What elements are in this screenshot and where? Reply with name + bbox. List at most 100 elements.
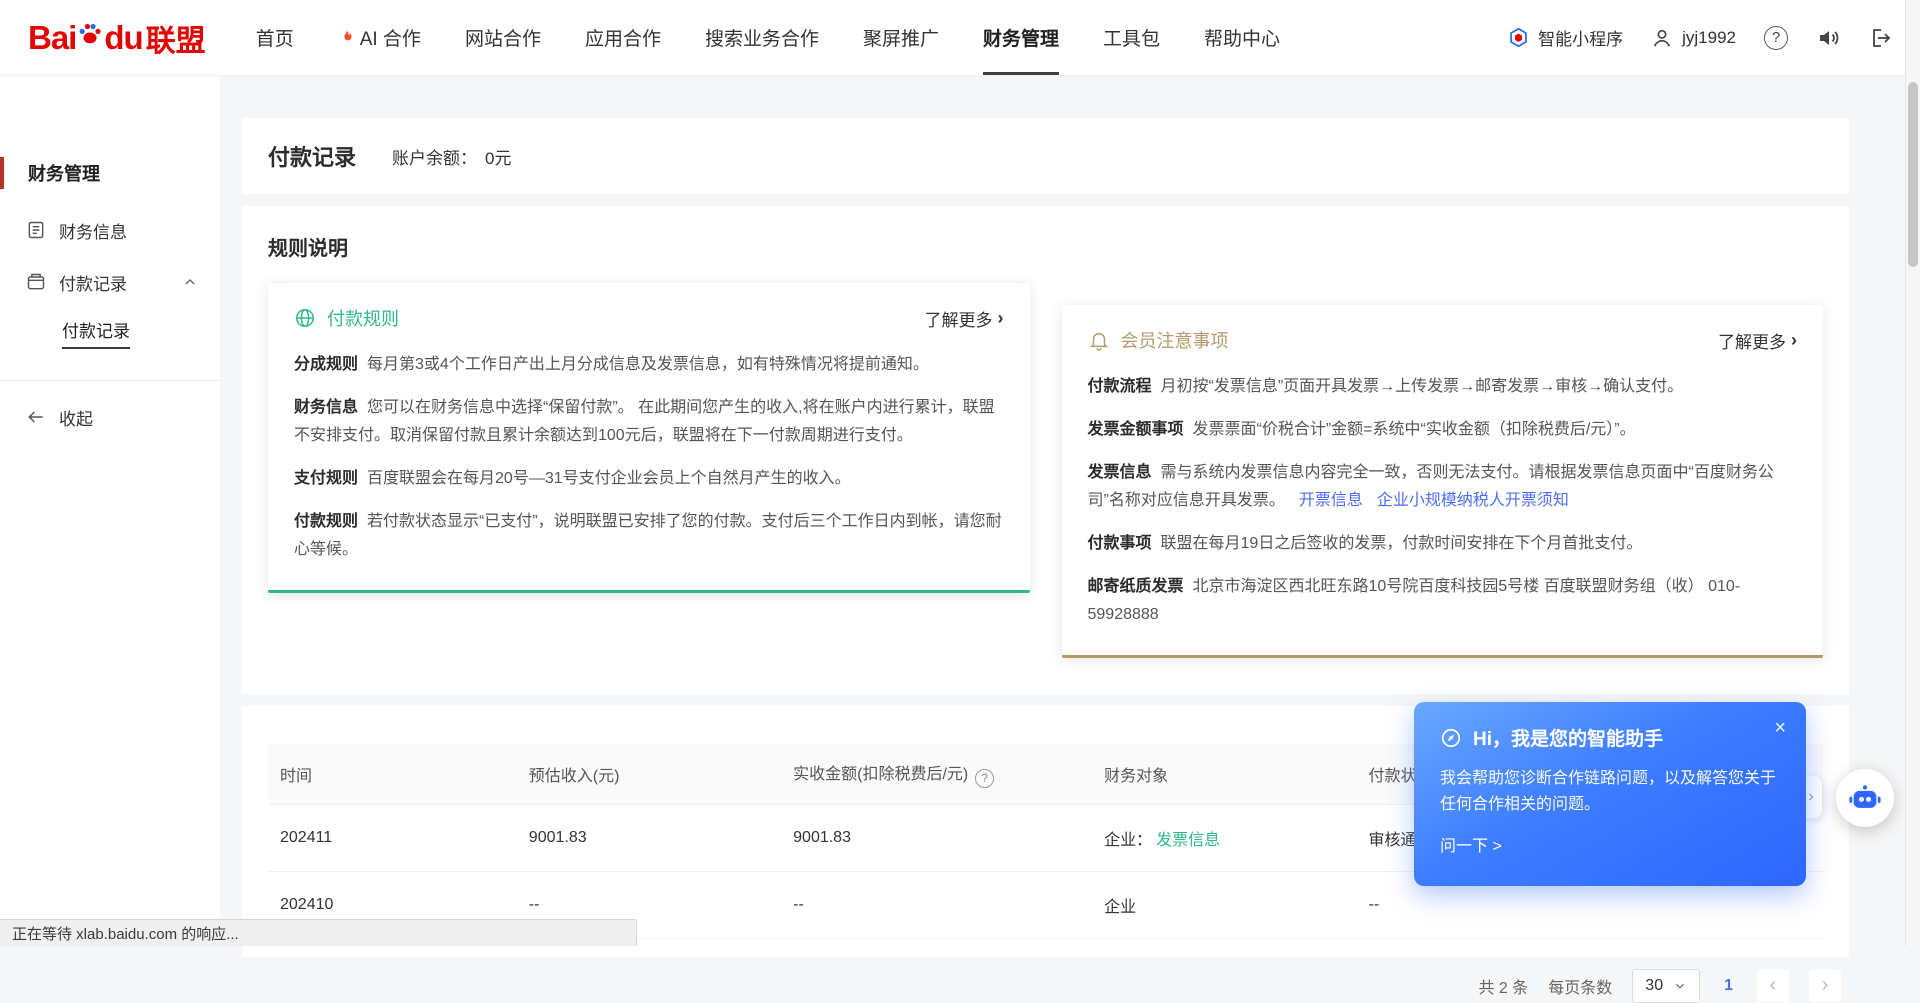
col-estimated-label: 预估收入(元) <box>529 768 620 785</box>
payment-rules-title: 付款规则 <box>327 305 399 331</box>
logo-text-bai: Bai <box>28 19 76 57</box>
bell-icon <box>1088 329 1110 351</box>
nav-search-business[interactable]: 搜索业务合作 <box>705 0 819 75</box>
scrollbar-thumb[interactable] <box>1908 82 1918 267</box>
rule-item: 发票金额事项发票票面“价税合计”金额=系统中“实收金额（扣除税费后/元）”。 <box>1088 416 1798 444</box>
rule-item: 邮寄纸质发票北京市海淀区西北旺东路10号院百度科技园5号楼 百度联盟财务组（收）… <box>1088 573 1798 629</box>
user-icon <box>1651 27 1673 49</box>
baidu-paw-icon <box>77 20 103 46</box>
rule-term: 付款事项 <box>1088 535 1152 552</box>
nav-home[interactable]: 首页 <box>256 0 294 75</box>
sidebar-item-finance-info[interactable]: 财务信息 <box>0 204 220 256</box>
col-target-label: 财务对象 <box>1104 768 1168 785</box>
compass-icon <box>1440 727 1462 749</box>
rule-item: 财务信息您可以在财务信息中选择“保留付款”。 在此期间您产生的收入,将在账户内进… <box>294 394 1004 450</box>
close-icon[interactable]: × <box>1774 718 1786 738</box>
speaker-icon[interactable] <box>1816 26 1840 50</box>
nav-website-cooperation[interactable]: 网站合作 <box>465 0 541 75</box>
top-navbar: Bai du 联盟 首页 AI 合作 网站合作 应用合作 搜索业务合作 聚屏推广… <box>0 0 1920 76</box>
small-taxpayer-notice-link[interactable]: 企业小规模纳税人开票须知 <box>1377 492 1569 509</box>
help-icon[interactable]: ? <box>1764 26 1788 50</box>
user-account[interactable]: jyj1992 <box>1651 27 1736 49</box>
chevron-down-icon <box>1673 979 1687 993</box>
nav-ai-cooperation[interactable]: AI 合作 <box>338 0 421 75</box>
page-scrollbar[interactable] <box>1905 0 1920 946</box>
sidebar-section-finance-management[interactable]: 财务管理 <box>0 150 220 196</box>
help-glyph: ? <box>981 771 988 785</box>
rule-text: 百度联盟会在每月20号—31号支付企业会员上个自然月产生的收入。 <box>367 470 851 487</box>
row-target: 企业： <box>1104 832 1152 849</box>
per-page-select[interactable]: 30 <box>1632 969 1700 1003</box>
page-title: 付款记录 <box>268 140 356 172</box>
rule-item: 付款事项联盟在每月19日之后签收的发票，付款时间安排在下个月首批支付。 <box>1088 530 1798 558</box>
rule-item: 付款流程月初按“发票信息”页面开具发票→上传发票→邮寄发票→审核→确认支付。 <box>1088 373 1798 401</box>
assistant-robot-button[interactable] <box>1836 769 1894 827</box>
account-balance: 账户余额：0元 <box>392 144 511 169</box>
next-page-button[interactable]: › <box>1809 970 1841 1002</box>
page-number[interactable]: 1 <box>1720 977 1737 995</box>
document-icon <box>26 220 46 240</box>
rule-term: 发票金额事项 <box>1088 421 1184 438</box>
col-estimated-income: 预估收入(元) <box>517 744 781 804</box>
nav-screen-promotion[interactable]: 聚屏推广 <box>863 0 939 75</box>
baidu-union-logo[interactable]: Bai du 联盟 <box>28 16 206 60</box>
total-count: 共 2 条 <box>1478 974 1528 998</box>
rule-text: 联盟在每月19日之后签收的发票，付款时间安排在下个月首批支付。 <box>1161 535 1643 552</box>
cell-actual: 9001.83 <box>781 804 1092 871</box>
wallet-icon <box>26 272 46 292</box>
more-label: 了解更多 <box>1718 328 1786 353</box>
help-glyph: ? <box>1772 29 1780 46</box>
nav-toolkit-label: 工具包 <box>1103 24 1160 51</box>
nav-finance-management[interactable]: 财务管理 <box>983 0 1059 75</box>
miniapp-icon <box>1508 27 1529 48</box>
sidebar: 财务管理 财务信息 付款记录 付款记录 收起 <box>0 76 220 946</box>
nav-website-label: 网站合作 <box>465 24 541 51</box>
member-notes-more-link[interactable]: 了解更多 › <box>1718 328 1797 353</box>
nav-toolkit[interactable]: 工具包 <box>1103 0 1160 75</box>
sidebar-finance-info-label: 财务信息 <box>59 218 127 243</box>
chevron-right-icon: › <box>998 308 1004 329</box>
col-actual-amount: 实收金额(扣除税费后/元)? <box>781 744 1092 804</box>
miniapp-entry[interactable]: 智能小程序 <box>1508 25 1623 50</box>
payment-rules-more-link[interactable]: 了解更多 › <box>925 306 1004 331</box>
flame-icon <box>338 29 355 46</box>
row-estimated: 9001.83 <box>529 829 587 846</box>
cell-target: 企业 <box>1092 871 1356 938</box>
row-estimated: -- <box>529 896 540 913</box>
invoice-info-link[interactable]: 开票信息 <box>1299 492 1363 509</box>
rule-term: 财务信息 <box>294 399 358 416</box>
sidebar-subitem-payment-records[interactable]: 付款记录 <box>0 308 220 358</box>
sidebar-payment-records-label: 付款记录 <box>59 270 127 295</box>
nav-app-label: 应用合作 <box>585 24 661 51</box>
logo-text-du: du <box>104 19 142 57</box>
nav-ai-label: AI 合作 <box>360 24 421 51</box>
sidebar-divider <box>0 380 220 381</box>
rule-item: 支付规则百度联盟会在每月20号—31号支付企业会员上个自然月产生的收入。 <box>294 465 1004 493</box>
robot-icon <box>1848 781 1882 815</box>
per-page-label: 每页条数 <box>1548 974 1612 998</box>
rule-text: 月初按“发票信息”页面开具发票→上传发票→邮寄发票→审核→确认支付。 <box>1161 378 1684 395</box>
collapse-icon <box>26 407 46 427</box>
row-target: 企业 <box>1104 899 1136 916</box>
sidebar-item-payment-records[interactable]: 付款记录 <box>0 256 220 308</box>
row-time: 202410 <box>280 896 333 913</box>
prev-page-button[interactable]: ‹ <box>1757 970 1789 1002</box>
nav-help-label: 帮助中心 <box>1204 24 1280 51</box>
nav-help-center[interactable]: 帮助中心 <box>1204 0 1280 75</box>
sidebar-collapse-button[interactable]: 收起 <box>0 391 220 443</box>
member-notes-card: 会员注意事项 了解更多 › 付款流程月初按“发票信息”页面开具发票→上传发票→邮… <box>1062 305 1824 658</box>
rule-term: 分成规则 <box>294 356 358 373</box>
navbar-right: 智能小程序 jyj1992 ? <box>1508 25 1892 50</box>
logout-icon[interactable] <box>1868 26 1892 50</box>
ask-now-link[interactable]: 问一下 > <box>1440 832 1780 856</box>
rules-section-title: 规则说明 <box>268 232 1823 261</box>
nav-search-label: 搜索业务合作 <box>705 24 819 51</box>
column-help-icon[interactable]: ? <box>975 769 994 788</box>
rule-term: 付款流程 <box>1088 378 1152 395</box>
collapse-label: 收起 <box>59 405 93 430</box>
sidebar-subitem-label: 付款记录 <box>62 317 130 349</box>
nav-app-cooperation[interactable]: 应用合作 <box>585 0 661 75</box>
chevron-up-icon <box>182 274 198 290</box>
invoice-info-row-link[interactable]: 发票信息 <box>1156 832 1220 849</box>
rule-text: 每月第3或4个工作日产出上月分成信息及发票信息，如有特殊情况将提前通知。 <box>367 356 929 373</box>
